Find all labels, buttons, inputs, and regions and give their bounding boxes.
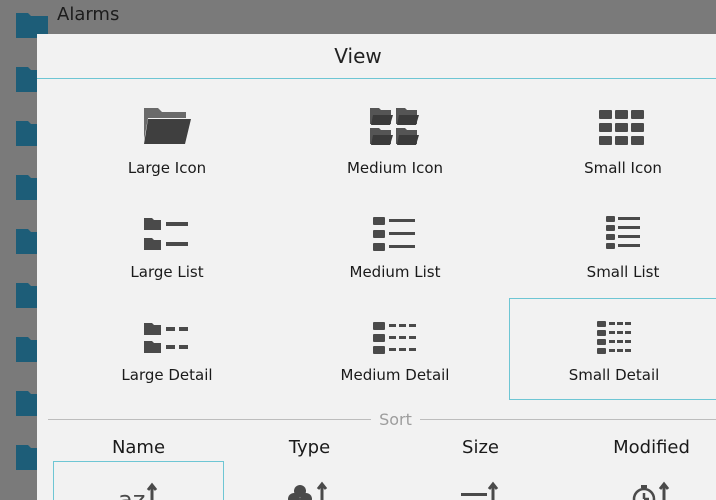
medium-list-icon	[373, 217, 415, 251]
large-list-icon	[144, 218, 188, 250]
sort-option-name-label: Name	[111, 437, 166, 458]
sort-option-type[interactable]	[224, 434, 395, 500]
view-option-small-detail[interactable]: Small Detail	[509, 298, 716, 400]
sort-divider-left	[48, 419, 371, 420]
small-folders-icon	[599, 110, 644, 145]
large-detail-icon	[144, 323, 188, 353]
view-option-medium-list[interactable]: Medium List	[288, 196, 502, 298]
view-option-label: Small Icon	[584, 159, 662, 177]
view-option-small-icon[interactable]: Small Icon	[516, 92, 716, 194]
sort-section-label: Sort	[379, 410, 412, 429]
view-option-large-icon[interactable]: Large Icon	[60, 92, 274, 194]
clock-ascending-icon	[632, 481, 670, 500]
view-option-label: Small Detail	[568, 366, 660, 384]
view-option-small-list[interactable]: Small List	[516, 196, 716, 298]
sort-divider-right	[420, 419, 716, 420]
large-folder-icon	[144, 108, 191, 144]
sort-option-modified[interactable]	[566, 434, 716, 500]
view-option-label: Large Icon	[127, 159, 207, 177]
view-option-medium-detail[interactable]: Medium Detail	[288, 299, 502, 401]
title-divider	[37, 78, 716, 79]
small-list-icon	[606, 216, 640, 249]
svg-text:az: az	[118, 486, 145, 500]
view-option-label: Small List	[586, 263, 660, 281]
view-option-large-detail[interactable]: Large Detail	[60, 299, 274, 401]
medium-folders-icon	[370, 108, 419, 145]
view-option-label: Large Detail	[121, 366, 213, 384]
view-option-label: Medium List	[349, 263, 441, 281]
type-ascending-icon	[288, 481, 328, 500]
az-ascending-icon: az	[118, 482, 158, 500]
file-name: Alarms	[57, 4, 120, 25]
view-dialog: View Large Icon Medium Icon Small Icon L…	[37, 34, 716, 500]
small-detail-icon	[597, 321, 631, 354]
view-option-medium-icon[interactable]: Medium Icon	[288, 92, 502, 194]
view-option-large-list[interactable]: Large List	[60, 196, 274, 298]
sort-option-size[interactable]	[395, 434, 566, 500]
size-ascending-icon	[461, 481, 499, 500]
sort-option-name[interactable]: az	[53, 461, 224, 500]
view-option-label: Medium Icon	[346, 159, 444, 177]
screen: Alarms View Large Icon Medium Icon Small…	[0, 0, 716, 500]
view-option-label: Large List	[130, 263, 204, 281]
dialog-title: View	[334, 44, 382, 68]
view-option-label: Medium Detail	[340, 366, 450, 384]
medium-detail-icon	[373, 322, 416, 354]
